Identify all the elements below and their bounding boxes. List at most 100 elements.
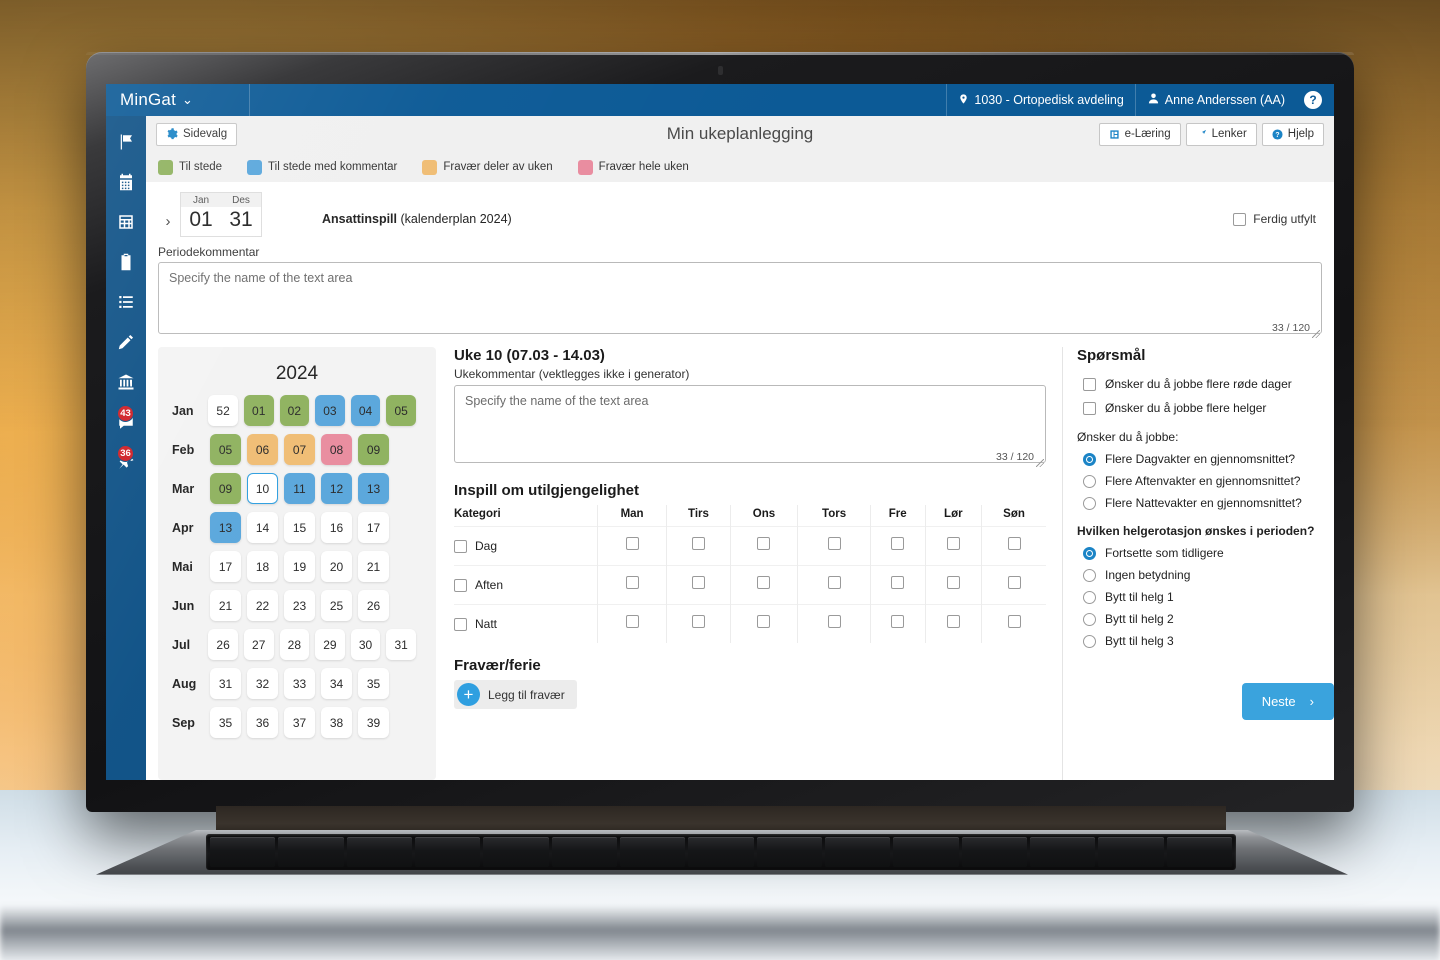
question-radio[interactable] bbox=[1083, 474, 1096, 488]
location-selector[interactable]: 1030 - Ortopedisk avdeling bbox=[947, 84, 1134, 116]
ukekommentar-input[interactable] bbox=[454, 385, 1046, 463]
sidebar-item-list[interactable] bbox=[106, 284, 146, 324]
day-checkbox[interactable] bbox=[827, 537, 841, 550]
day-checkbox[interactable] bbox=[1007, 615, 1021, 628]
brand-menu[interactable]: MinGat ⌄ bbox=[106, 84, 250, 116]
question-radio[interactable] bbox=[1083, 590, 1096, 604]
day-checkbox[interactable] bbox=[691, 615, 705, 628]
question-option[interactable]: Flere Nattevakter en gjennomsnittet? bbox=[1077, 492, 1320, 514]
calendar-week-cell[interactable]: 35 bbox=[358, 668, 389, 699]
question-option[interactable]: Ingen betydning bbox=[1077, 564, 1320, 586]
calendar-week-cell[interactable]: 02 bbox=[279, 395, 310, 426]
calendar-week-cell[interactable]: 27 bbox=[243, 629, 274, 660]
question-option[interactable]: Flere Aftenvakter en gjennomsnittet? bbox=[1077, 470, 1320, 492]
calendar-week-cell[interactable]: 52 bbox=[208, 395, 238, 426]
calendar-week-cell[interactable]: 21 bbox=[210, 590, 241, 621]
sidebar-item-pencil[interactable] bbox=[106, 324, 146, 364]
sidebar-item-calendar[interactable] bbox=[106, 164, 146, 204]
calendar-week-cell[interactable]: 15 bbox=[284, 512, 315, 543]
elearning-button[interactable]: e-Læring bbox=[1098, 122, 1181, 146]
question-radio[interactable] bbox=[1083, 568, 1096, 582]
period-next-chevron-icon[interactable]: › bbox=[158, 204, 178, 238]
day-checkbox[interactable] bbox=[757, 537, 771, 550]
question-radio[interactable] bbox=[1083, 612, 1096, 626]
question-checkbox[interactable] bbox=[1083, 377, 1096, 391]
calendar-week-cell[interactable]: 25 bbox=[321, 590, 352, 621]
lenker-button[interactable]: Lenker bbox=[1185, 122, 1257, 146]
calendar-week-cell[interactable]: 05 bbox=[386, 395, 416, 426]
question-checkbox[interactable] bbox=[1083, 401, 1096, 415]
question-option[interactable]: Ønsker du å jobbe flere røde dager bbox=[1077, 372, 1320, 396]
day-checkbox[interactable] bbox=[625, 576, 639, 589]
calendar-week-cell[interactable]: 23 bbox=[284, 590, 315, 621]
calendar-week-cell[interactable]: 17 bbox=[358, 512, 389, 543]
calendar-week-cell[interactable]: 16 bbox=[321, 512, 352, 543]
resize-grip-icon[interactable] bbox=[1312, 330, 1320, 338]
calendar-week-cell[interactable]: 01 bbox=[243, 395, 274, 426]
question-radio[interactable] bbox=[1083, 546, 1096, 560]
question-radio[interactable] bbox=[1083, 452, 1096, 466]
calendar-week-cell[interactable]: 21 bbox=[358, 551, 389, 582]
calendar-week-cell[interactable]: 36 bbox=[247, 707, 278, 738]
calendar-week-cell[interactable]: 03 bbox=[315, 395, 345, 426]
day-checkbox[interactable] bbox=[891, 615, 905, 628]
ferdig-utfylt-checkbox[interactable] bbox=[1233, 212, 1247, 226]
calendar-week-cell[interactable]: 05 bbox=[210, 434, 241, 465]
category-checkbox[interactable] bbox=[454, 617, 467, 631]
calendar-week-cell[interactable]: 18 bbox=[247, 551, 278, 582]
calendar-week-cell[interactable]: 30 bbox=[350, 629, 381, 660]
add-absence-button[interactable]: + Legg til fravær bbox=[454, 680, 577, 709]
day-checkbox[interactable] bbox=[946, 537, 960, 550]
calendar-week-cell[interactable]: 38 bbox=[321, 707, 352, 738]
calendar-week-cell[interactable]: 13 bbox=[210, 512, 241, 543]
day-checkbox[interactable] bbox=[946, 615, 960, 628]
calendar-week-cell[interactable]: 07 bbox=[284, 434, 315, 465]
calendar-week-cell[interactable]: 04 bbox=[350, 395, 381, 426]
day-checkbox[interactable] bbox=[891, 576, 905, 589]
category-checkbox[interactable] bbox=[454, 539, 467, 553]
calendar-week-cell[interactable]: 31 bbox=[386, 629, 416, 660]
calendar-week-cell[interactable]: 22 bbox=[247, 590, 278, 621]
calendar-week-cell[interactable]: 19 bbox=[284, 551, 315, 582]
ferdig-utfylt-row[interactable]: Ferdig utfylt bbox=[1233, 212, 1322, 226]
question-radio[interactable] bbox=[1083, 634, 1096, 648]
day-checkbox[interactable] bbox=[691, 576, 705, 589]
day-checkbox[interactable] bbox=[757, 615, 771, 628]
sidebar-item-pinned[interactable]: 36 bbox=[106, 444, 146, 484]
neste-button[interactable]: Neste › bbox=[1241, 683, 1334, 720]
calendar-week-cell[interactable]: 37 bbox=[284, 707, 315, 738]
calendar-week-cell[interactable]: 20 bbox=[321, 551, 352, 582]
day-checkbox[interactable] bbox=[625, 537, 639, 550]
question-option[interactable]: Flere Dagvakter en gjennomsnittet? bbox=[1077, 448, 1320, 470]
calendar-week-cell[interactable]: 14 bbox=[247, 512, 278, 543]
calendar-week-cell[interactable]: 33 bbox=[284, 668, 315, 699]
day-checkbox[interactable] bbox=[625, 615, 639, 628]
question-option[interactable]: Bytt til helg 1 bbox=[1077, 586, 1320, 608]
calendar-week-cell[interactable]: 26 bbox=[208, 629, 238, 660]
question-option[interactable]: Ønsker du å jobbe flere helger bbox=[1077, 396, 1320, 420]
day-checkbox[interactable] bbox=[757, 576, 771, 589]
day-checkbox[interactable] bbox=[827, 615, 841, 628]
calendar-week-cell[interactable]: 08 bbox=[321, 434, 352, 465]
calendar-week-cell[interactable]: 10 bbox=[247, 473, 278, 504]
calendar-week-cell[interactable]: 29 bbox=[315, 629, 345, 660]
calendar-week-cell[interactable]: 12 bbox=[321, 473, 352, 504]
day-checkbox[interactable] bbox=[691, 537, 705, 550]
day-checkbox[interactable] bbox=[1007, 576, 1021, 589]
sidebar-item-clipboard[interactable] bbox=[106, 244, 146, 284]
question-option[interactable]: Fortsette som tidligere bbox=[1077, 542, 1320, 564]
calendar-week-cell[interactable]: 13 bbox=[358, 473, 389, 504]
sidevalg-button[interactable]: Sidevalg bbox=[156, 122, 238, 146]
question-option[interactable]: Bytt til helg 3 bbox=[1077, 630, 1320, 652]
calendar-week-cell[interactable]: 11 bbox=[284, 473, 315, 504]
calendar-week-cell[interactable]: 31 bbox=[210, 668, 241, 699]
day-checkbox[interactable] bbox=[946, 576, 960, 589]
question-option[interactable]: Bytt til helg 2 bbox=[1077, 608, 1320, 630]
ukekommentar-resize-grip-icon[interactable] bbox=[1036, 459, 1044, 467]
day-checkbox[interactable] bbox=[827, 576, 841, 589]
calendar-week-cell[interactable]: 28 bbox=[279, 629, 310, 660]
sidebar-item-table[interactable] bbox=[106, 204, 146, 244]
day-checkbox[interactable] bbox=[1007, 537, 1021, 550]
calendar-week-cell[interactable]: 09 bbox=[358, 434, 389, 465]
calendar-week-cell[interactable]: 06 bbox=[247, 434, 278, 465]
